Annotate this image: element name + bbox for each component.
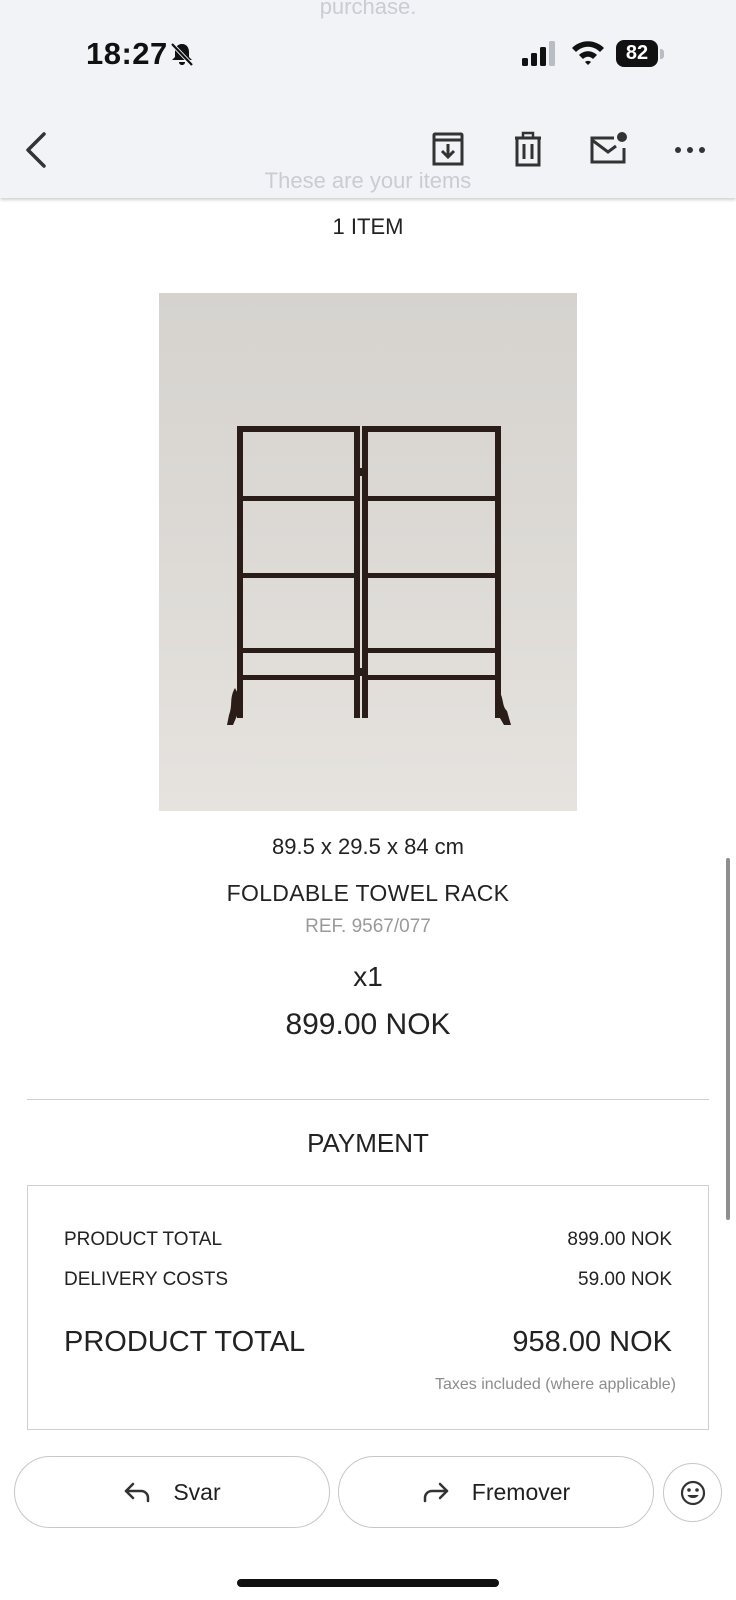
forward-button-label: Fremover [471, 1478, 571, 1505]
home-indicator[interactable] [237, 1579, 499, 1587]
product-name[interactable]: FOLDABLE TOWEL RACK [0, 880, 736, 907]
tax-note: Taxes included (where applicable) [434, 1376, 676, 1393]
payment-row-value: 59.00 NOK [578, 1269, 672, 1290]
product-image[interactable] [159, 293, 577, 811]
payment-row-label: PRODUCT TOTAL [64, 1229, 223, 1250]
item-count: 1 ITEM [332, 214, 404, 239]
smiley-icon [680, 1480, 705, 1505]
payment-row-product-total: PRODUCT TOTAL 899.00 NOK [64, 1229, 672, 1251]
product-reference: REF. 9567/077 [305, 916, 431, 937]
more-horizontal-icon[interactable] [668, 128, 712, 172]
archive-icon[interactable] [426, 128, 470, 172]
payment-heading: PAYMENT [307, 1128, 429, 1158]
wifi-icon [572, 41, 604, 65]
mail-unread-icon[interactable] [586, 128, 630, 172]
forward-button[interactable]: Fremover [338, 1456, 654, 1528]
section-divider [27, 1099, 709, 1100]
battery-tip [660, 49, 664, 59]
payment-summary-box: PRODUCT TOTAL 899.00 NOK DELIVERY COSTS … [27, 1185, 709, 1430]
trash-icon[interactable] [506, 128, 550, 172]
payment-row-value: 899.00 NOK [567, 1229, 672, 1250]
towel-rack-illustration [227, 426, 511, 725]
reply-button-label: Svar [173, 1478, 221, 1505]
payment-row-delivery-costs: DELIVERY COSTS 59.00 NOK [64, 1269, 672, 1291]
payment-row-label: DELIVERY COSTS [64, 1269, 229, 1290]
chevron-left-icon[interactable] [20, 128, 54, 172]
top-header: purchase. These are your items 18:27 82 [0, 0, 736, 198]
reply-button[interactable]: Svar [14, 1456, 330, 1528]
forward-arrow-icon [423, 1482, 449, 1503]
reply-arrow-icon [125, 1482, 150, 1503]
product-dimensions: 89.5 x 29.5 x 84 cm [272, 834, 464, 859]
bell-muted-icon [170, 42, 194, 67]
battery-level: 82 [616, 40, 658, 67]
vertical-scrollbar[interactable] [726, 858, 730, 1220]
battery-indicator: 82 [616, 40, 664, 67]
status-time: 18:27 [86, 36, 168, 71]
product-price: 899.00 NOK [285, 1008, 451, 1041]
scrolled-text-behind-header: purchase. [319, 0, 417, 19]
grand-total-label: PRODUCT TOTAL [64, 1326, 306, 1358]
product-quantity: x1 [353, 961, 383, 992]
grand-total-value: 958.00 NOK [512, 1326, 672, 1358]
emoji-reaction-button[interactable] [663, 1463, 722, 1522]
cellular-signal-icon [522, 41, 555, 66]
payment-grand-total: PRODUCT TOTAL 958.00 NOK [64, 1326, 672, 1359]
